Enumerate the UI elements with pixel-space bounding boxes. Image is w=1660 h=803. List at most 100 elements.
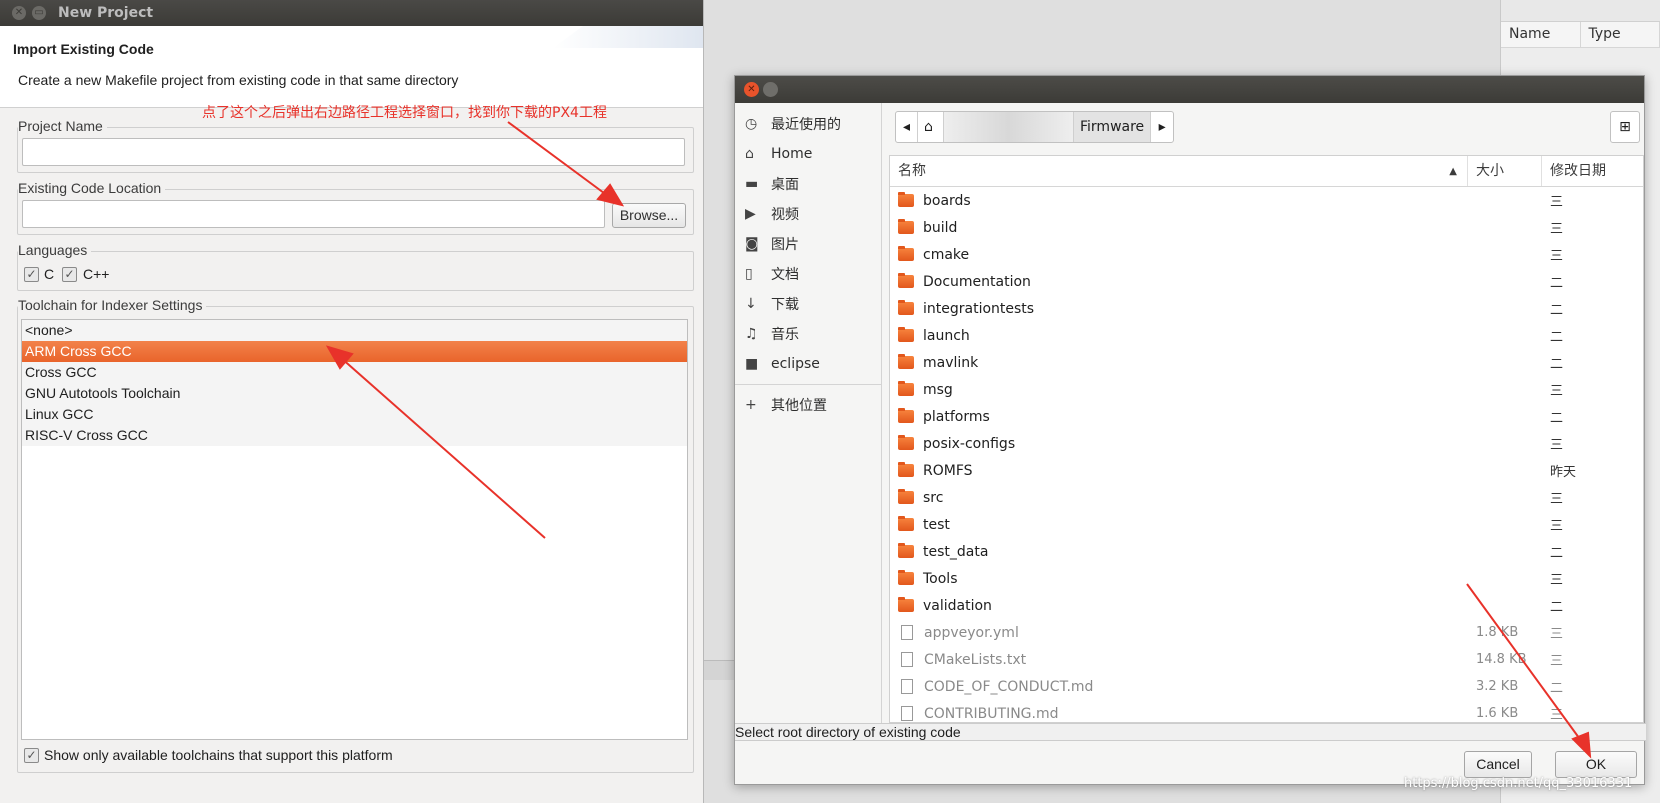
background-columns: Name Type xyxy=(1501,22,1660,48)
row-name: CODE_OF_CONDUCT.md xyxy=(890,679,1468,695)
path-segment-hidden[interactable] xyxy=(944,112,1074,142)
folder-row[interactable]: Tools 三 xyxy=(890,565,1643,592)
row-name-label: ROMFS xyxy=(923,462,973,479)
home-icon: ⌂ xyxy=(745,146,754,162)
background-col-type[interactable]: Type xyxy=(1581,22,1660,47)
row-name: msg xyxy=(890,381,1468,398)
folder-row[interactable]: validation 二 xyxy=(890,592,1643,619)
folder-icon xyxy=(898,354,914,369)
row-name-label: build xyxy=(923,219,958,236)
music-icon: ♫ xyxy=(745,326,758,342)
folder-icon xyxy=(898,246,914,261)
column-size[interactable]: 大小 xyxy=(1468,156,1542,186)
folder-row[interactable]: platforms 二 xyxy=(890,403,1643,430)
sidebar-item-label: 文档 xyxy=(771,267,799,283)
home-icon[interactable]: ⌂ xyxy=(918,112,944,142)
folder-row[interactable]: cmake 三 xyxy=(890,241,1643,268)
row-name-label: Tools xyxy=(923,570,958,587)
row-name: Documentation xyxy=(890,273,1468,290)
folder-icon xyxy=(898,462,914,477)
file-row[interactable]: CMakeLists.txt 14.8 KB 三 xyxy=(890,646,1643,673)
toolchain-item[interactable]: <none> xyxy=(22,320,687,341)
row-date: 三 xyxy=(1550,492,1564,507)
new-folder-icon[interactable]: ⊞ xyxy=(1610,111,1640,143)
existing-code-field[interactable] xyxy=(22,200,605,228)
folder-row[interactable]: Documentation 二 xyxy=(890,268,1643,295)
lang-c-checkbox[interactable]: ✓ xyxy=(24,267,39,282)
path-forward-icon[interactable]: ▸ xyxy=(1151,112,1173,142)
show-only-checkbox[interactable]: ✓ xyxy=(24,748,39,763)
folder-row[interactable]: integrationtests 二 xyxy=(890,295,1643,322)
toolchain-item[interactable]: RISC-V Cross GCC xyxy=(22,425,687,446)
row-date: 三 xyxy=(1550,249,1564,264)
languages-label: Languages xyxy=(18,242,92,258)
folder-row[interactable]: mavlink 二 xyxy=(890,349,1643,376)
row-name: launch xyxy=(890,327,1468,344)
path-segment-current[interactable]: Firmware xyxy=(1074,112,1152,142)
existing-code-group: Existing Code Location Browse... xyxy=(17,180,694,235)
project-name-field[interactable] xyxy=(22,138,685,166)
file-row[interactable]: CODE_OF_CONDUCT.md 3.2 KB 二 xyxy=(890,673,1643,700)
path-back-icon[interactable]: ◂ xyxy=(896,112,918,142)
close-icon[interactable]: ✕ xyxy=(744,82,759,97)
column-modified[interactable]: 修改日期 xyxy=(1542,156,1642,186)
sidebar-item-label: 视频 xyxy=(771,207,799,223)
folder-row[interactable]: ROMFS 昨天 xyxy=(890,457,1643,484)
row-date: 二 xyxy=(1550,600,1564,615)
folder-row[interactable]: msg 三 xyxy=(890,376,1643,403)
toolchain-item[interactable]: Cross GCC xyxy=(22,362,687,383)
folder-icon xyxy=(898,192,914,207)
sidebar-item-recent[interactable]: ◷ 最近使用的 xyxy=(735,109,881,139)
row-name-label: CONTRIBUTING.md xyxy=(924,705,1059,722)
row-date: 三 xyxy=(1550,708,1564,723)
row-name-label: src xyxy=(923,489,944,506)
browse-button[interactable]: Browse... xyxy=(612,203,686,228)
cancel-button[interactable]: Cancel xyxy=(1464,751,1532,778)
folder-icon xyxy=(898,516,914,531)
file-row[interactable]: CONTRIBUTING.md 1.6 KB 三 xyxy=(890,700,1643,723)
folder-icon xyxy=(898,489,914,504)
sidebar-item-music[interactable]: ♫ 音乐 xyxy=(735,319,881,349)
folder-row[interactable]: test 三 xyxy=(890,511,1643,538)
minimize-icon[interactable] xyxy=(763,82,778,97)
folder-icon: ■ xyxy=(745,356,759,372)
background-col-name[interactable]: Name xyxy=(1501,22,1581,47)
close-icon[interactable]: ✕ xyxy=(12,6,26,20)
toolchain-list[interactable]: <none> ARM Cross GCC Cross GCC GNU Autot… xyxy=(21,319,688,740)
toolchain-item[interactable]: GNU Autotools Toolchain xyxy=(22,383,687,404)
ok-button[interactable]: OK xyxy=(1555,751,1637,778)
lang-cpp-checkbox[interactable]: ✓ xyxy=(62,267,77,282)
row-date: 三 xyxy=(1550,222,1564,237)
folder-icon xyxy=(898,543,914,558)
row-name: posix-configs xyxy=(890,435,1468,452)
row-name-label: posix-configs xyxy=(923,435,1016,452)
column-name[interactable]: 名称 ▲ xyxy=(890,156,1468,186)
folder-row[interactable]: build 三 xyxy=(890,214,1643,241)
sidebar-item-pictures[interactable]: ◙ 图片 xyxy=(735,229,881,259)
sidebar-item-home[interactable]: ⌂ Home xyxy=(735,139,881,169)
sidebar-item-eclipse[interactable]: ■ eclipse xyxy=(735,349,881,379)
sidebar-item-videos[interactable]: ▶ 视频 xyxy=(735,199,881,229)
sidebar-item-other-locations[interactable]: + 其他位置 xyxy=(735,390,881,420)
folder-row[interactable]: test_data 二 xyxy=(890,538,1643,565)
folder-row[interactable]: src 三 xyxy=(890,484,1643,511)
desktop-folder-icon: ▬ xyxy=(745,176,759,192)
folder-row[interactable]: posix-configs 三 xyxy=(890,430,1643,457)
recent-icon: ◷ xyxy=(745,116,758,132)
toolchain-item-selected[interactable]: ARM Cross GCC xyxy=(22,341,687,362)
file-row[interactable]: appveyor.yml 1.8 KB 三 xyxy=(890,619,1643,646)
window-title: New Project xyxy=(58,5,154,21)
sidebar-item-downloads[interactable]: ↓ 下载 xyxy=(735,289,881,319)
folder-row[interactable]: boards 三 xyxy=(890,187,1643,214)
toolchain-item[interactable]: Linux GCC xyxy=(22,404,687,425)
sidebar-item-documents[interactable]: ▯ 文档 xyxy=(735,259,881,289)
sidebar-item-desktop[interactable]: ▬ 桌面 xyxy=(735,169,881,199)
sidebar-item-label: 其他位置 xyxy=(771,398,827,414)
row-name: platforms xyxy=(890,408,1468,425)
row-date: 三 xyxy=(1550,195,1564,210)
row-date: 三 xyxy=(1550,654,1564,669)
minimize-icon[interactable]: ▭ xyxy=(32,6,46,20)
sidebar-item-label: Home xyxy=(771,146,813,162)
row-name-label: test xyxy=(923,516,950,533)
folder-row[interactable]: launch 二 xyxy=(890,322,1643,349)
